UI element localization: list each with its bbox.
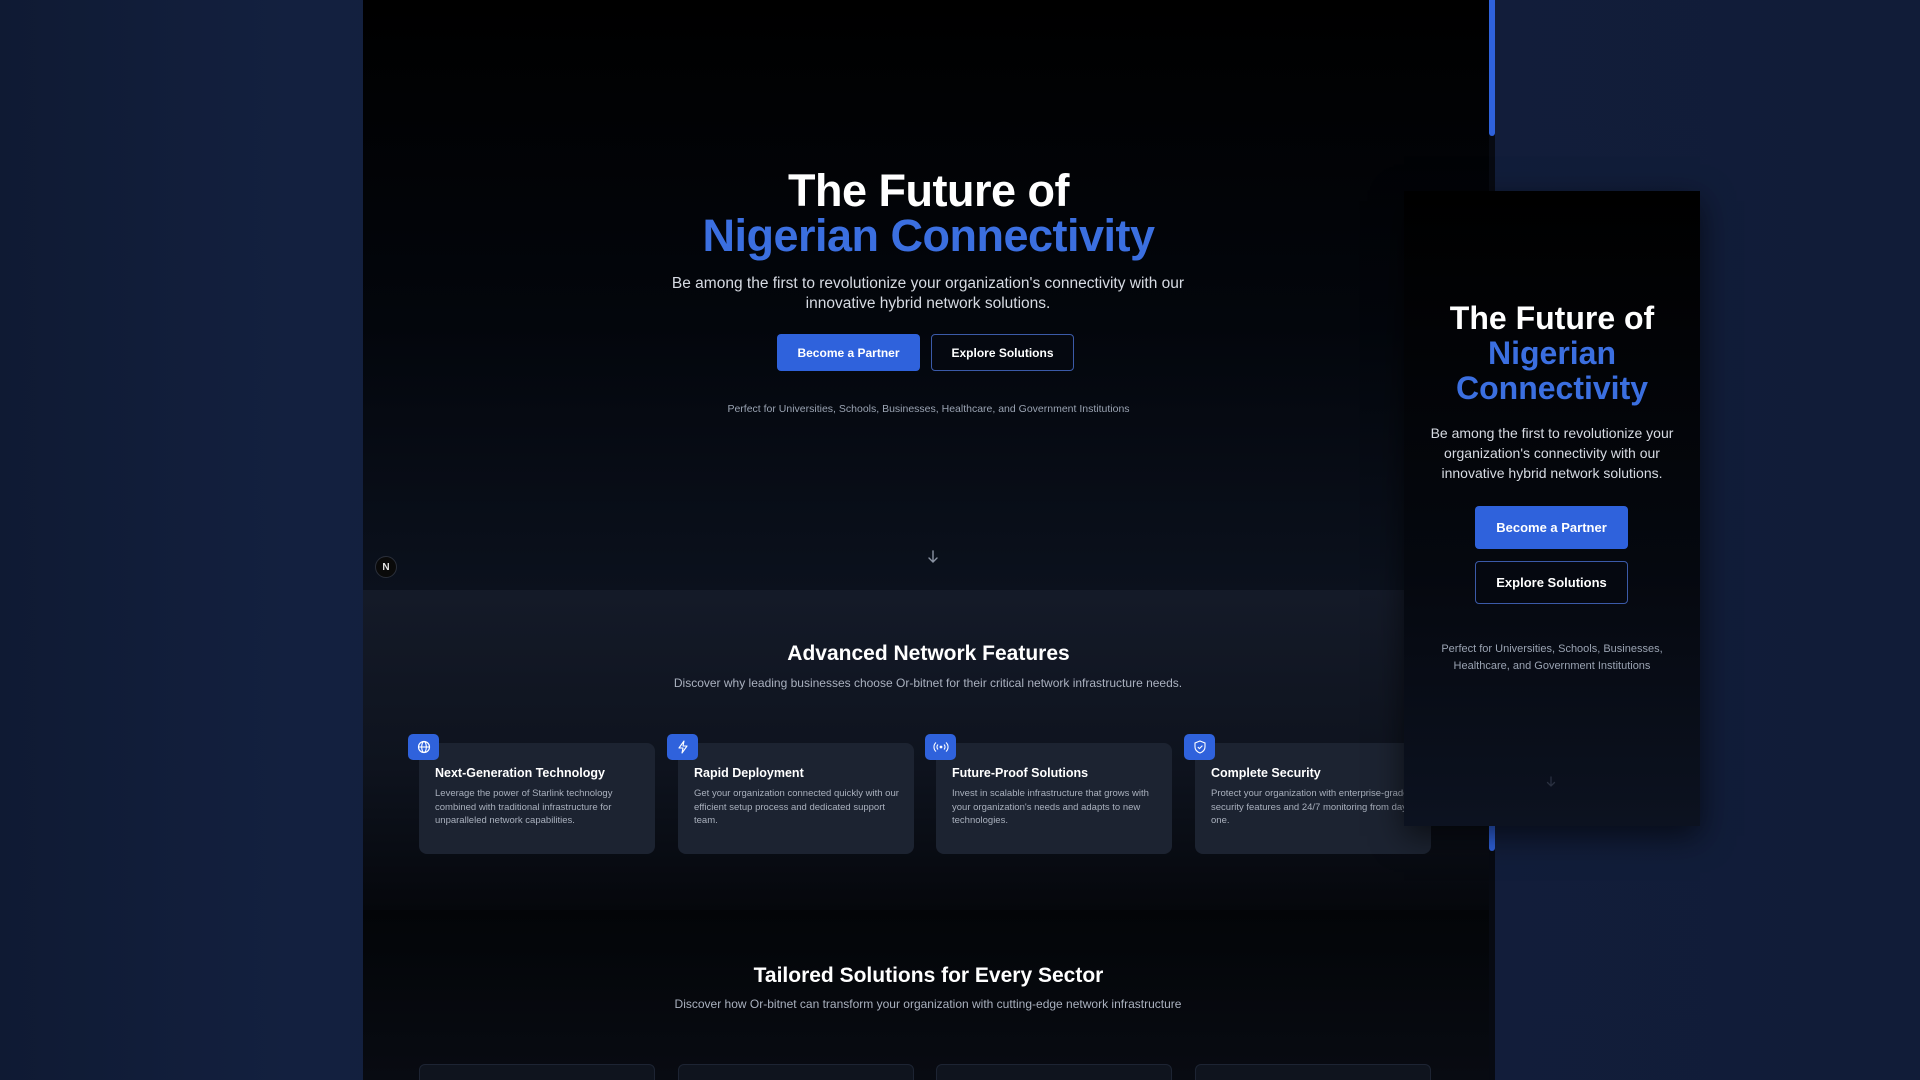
feature-card-title: Rapid Deployment bbox=[694, 766, 804, 780]
feature-card: Complete Security Protect your organizat… bbox=[1184, 734, 1431, 854]
solution-card[interactable] bbox=[1195, 1064, 1431, 1080]
hero-section: The Future of Nigerian Connectivity Be a… bbox=[363, 0, 1494, 590]
hero-note: Perfect for Universities, Schools, Busin… bbox=[727, 403, 1130, 415]
hero-title-line2: Nigerian Connectivity bbox=[702, 210, 1155, 261]
shield-check-icon bbox=[1184, 734, 1215, 760]
solution-card[interactable] bbox=[936, 1064, 1172, 1080]
mobile-explore-solutions-button[interactable]: Explore Solutions bbox=[1475, 561, 1628, 604]
become-partner-button[interactable]: Become a Partner bbox=[777, 334, 920, 371]
lightning-icon bbox=[667, 734, 698, 760]
hero-title-line1: The Future of bbox=[788, 165, 1069, 216]
feature-card: Future-Proof Solutions Invest in scalabl… bbox=[925, 734, 1172, 854]
solution-card[interactable] bbox=[678, 1064, 914, 1080]
mobile-become-partner-button[interactable]: Become a Partner bbox=[1475, 506, 1628, 549]
feature-card-title: Next-Generation Technology bbox=[435, 766, 605, 780]
feature-card-text: Invest in scalable infrastructure that g… bbox=[952, 788, 1149, 826]
feature-card-text: Protect your organization with enterpris… bbox=[1211, 788, 1409, 826]
broadcast-icon bbox=[925, 734, 956, 760]
globe-icon bbox=[408, 734, 439, 760]
feature-card-text: Leverage the power of Starlink technolog… bbox=[435, 788, 613, 826]
arrow-down-icon[interactable] bbox=[1544, 775, 1558, 792]
features-title: Advanced Network Features bbox=[787, 642, 1070, 665]
feature-card-title: Future-Proof Solutions bbox=[952, 766, 1089, 780]
feature-card-title: Complete Security bbox=[1211, 766, 1321, 780]
desktop-preview: The Future of Nigerian Connectivity Be a… bbox=[363, 0, 1494, 1080]
mobile-hero-note: Perfect for Universities, Schools, Busin… bbox=[1441, 643, 1663, 672]
mobile-title-line2a: Nigerian bbox=[1487, 335, 1617, 371]
scrollbar-thumb[interactable] bbox=[1489, 0, 1495, 136]
mobile-hero-title: The Future of Nigerian Connectivity bbox=[1404, 301, 1700, 406]
solutions-title: Tailored Solutions for Every Sector bbox=[753, 964, 1104, 987]
mobile-hero-subtitle: Be among the first to revolutionize your… bbox=[1430, 425, 1674, 481]
mobile-title-line1: The Future of bbox=[1449, 300, 1655, 336]
explore-solutions-button[interactable]: Explore Solutions bbox=[931, 334, 1074, 371]
arrow-down-icon[interactable] bbox=[926, 549, 940, 565]
n-logo-icon[interactable]: N bbox=[375, 556, 397, 578]
feature-card: Rapid Deployment Get your organization c… bbox=[667, 734, 914, 854]
solution-card[interactable] bbox=[419, 1064, 655, 1080]
feature-card-text: Get your organization connected quickly … bbox=[694, 788, 899, 826]
feature-card: Next-Generation Technology Leverage the … bbox=[408, 734, 655, 854]
mobile-title-line2b: Connectivity bbox=[1455, 370, 1649, 406]
solutions-section: Tailored Solutions for Every Sector Disc… bbox=[363, 910, 1494, 1080]
features-section: Advanced Network Features Discover why l… bbox=[363, 590, 1494, 910]
scrollbar-thumb-secondary[interactable] bbox=[1489, 823, 1495, 851]
hero-subtitle: Be among the first to revolutionize your… bbox=[671, 275, 1185, 312]
mobile-preview: The Future of Nigerian Connectivity Be a… bbox=[1404, 191, 1700, 826]
features-subtitle: Discover why leading businesses choose O… bbox=[673, 676, 1183, 690]
hero-title: The Future of Nigerian Connectivity bbox=[363, 168, 1494, 258]
solutions-subtitle: Discover how Or-bitnet can transform you… bbox=[674, 997, 1182, 1011]
